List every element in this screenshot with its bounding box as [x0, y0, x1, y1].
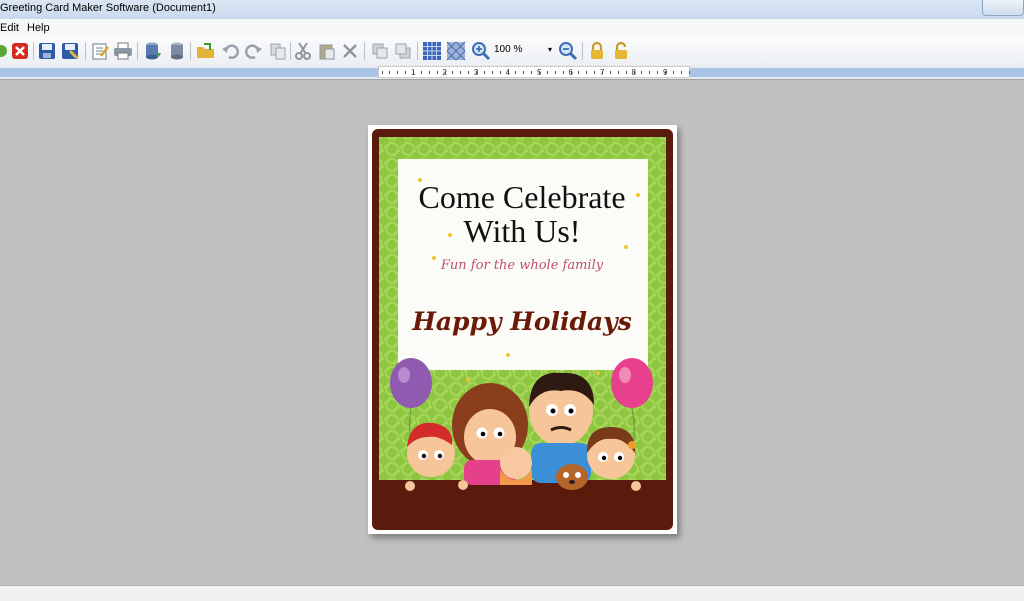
ruler-left-margin: [0, 68, 378, 77]
ruler-tick: [625, 71, 627, 74]
ruler-tick: [609, 71, 611, 74]
copy-icon[interactable]: [268, 41, 288, 61]
ruler-label: 1: [411, 68, 416, 77]
edit-icon[interactable]: [90, 41, 110, 61]
menu-help[interactable]: Help: [27, 22, 50, 34]
paste-icon[interactable]: [317, 41, 337, 61]
status-bar: [0, 585, 1024, 601]
title-bar: Greeting Card Maker Software (Document1): [0, 0, 1024, 20]
ruler-label: 3: [474, 68, 479, 77]
card-artwork: Come Celebrate With Us! Fun for the whol…: [372, 129, 673, 530]
ruler-tick: [546, 71, 548, 74]
lock-icon[interactable]: [587, 41, 607, 61]
toolbar-separator: [190, 42, 191, 60]
ruler-tick: [420, 71, 422, 74]
toolbar-separator: [417, 42, 418, 60]
ruler-tick: [460, 71, 462, 74]
ruler-tick: [428, 71, 430, 74]
ruler-label: 6: [568, 68, 573, 77]
toolbar-separator: [33, 42, 34, 60]
window-close-button[interactable]: [982, 0, 1024, 16]
ruler-label: 7: [600, 68, 605, 77]
save-as-icon[interactable]: [60, 41, 80, 61]
ruler-tick: [554, 71, 556, 74]
ruler-tick: [491, 71, 493, 74]
redo-icon[interactable]: [244, 41, 264, 61]
ruler-tick: [586, 71, 588, 74]
ruler-tick: [531, 71, 533, 74]
ruler-tick: [617, 71, 619, 74]
window-title: Greeting Card Maker Software (Document1): [0, 2, 216, 14]
ruler-tick: [657, 71, 659, 74]
ruler-tick: [483, 71, 485, 74]
toolbar-separator: [137, 42, 138, 60]
send-back-icon[interactable]: [393, 41, 413, 61]
card-headline-line1[interactable]: Come Celebrate: [418, 179, 625, 215]
ruler-tick: [649, 71, 651, 74]
ruler-tick: [578, 71, 580, 74]
ruler-tick: [523, 71, 525, 74]
ruler-label: 4: [505, 68, 510, 77]
undo-icon[interactable]: [220, 41, 240, 61]
zoom-in-icon[interactable]: [471, 41, 491, 61]
card-greeting[interactable]: Happy Holidays: [411, 307, 632, 336]
menu-edit[interactable]: Edit: [0, 22, 19, 34]
menu-bar: Edit Help: [0, 19, 1024, 37]
horizontal-ruler[interactable]: 1 2 3 4 5 6 7 8 9: [378, 66, 690, 78]
ruler-tick: [452, 71, 454, 74]
ruler-tick: [594, 71, 596, 74]
ruler-tick: [381, 71, 383, 74]
ruler-tick: [515, 71, 517, 74]
ruler-tick: [389, 71, 391, 74]
chevron-down-icon: ▾: [547, 45, 552, 54]
ruler-tick: [397, 71, 399, 74]
database-export-icon[interactable]: [167, 41, 187, 61]
print-icon[interactable]: [113, 41, 133, 61]
ruler-label: 9: [663, 68, 668, 77]
ruler-tick: [641, 71, 643, 74]
close-icon[interactable]: [10, 41, 30, 61]
open-folder-icon[interactable]: [196, 41, 216, 61]
ruler-right-margin: [690, 68, 1024, 77]
grid-icon[interactable]: [422, 41, 442, 61]
unlock-icon[interactable]: [611, 41, 631, 61]
ruler-tick: [468, 71, 470, 74]
ruler-tick: [562, 71, 564, 74]
cut-icon[interactable]: [293, 41, 313, 61]
toolbar-separator: [290, 42, 291, 60]
card-tagline[interactable]: Fun for the whole family: [440, 258, 604, 273]
database-icon[interactable]: [143, 41, 163, 61]
greeting-card[interactable]: Come Celebrate With Us! Fun for the whol…: [368, 125, 677, 534]
zoom-select[interactable]: 100 % ▾: [494, 42, 554, 58]
ruler-label: 2: [442, 68, 447, 77]
ruler-tick: [680, 71, 682, 74]
pattern-grid-icon[interactable]: [446, 41, 466, 61]
toolbar-separator: [364, 42, 365, 60]
ruler-tick: [499, 71, 501, 74]
save-icon[interactable]: [37, 41, 57, 61]
bring-front-icon[interactable]: [370, 41, 390, 61]
card-headline-line2[interactable]: With Us!: [464, 213, 581, 249]
zoom-value: 100 %: [494, 44, 523, 55]
ruler-label: 8: [631, 68, 636, 77]
ruler-tick: [436, 71, 438, 74]
ruler-tick: [672, 71, 674, 74]
zoom-out-icon[interactable]: [558, 41, 578, 61]
toolbar-separator: [85, 42, 86, 60]
ruler-tick: [405, 71, 407, 74]
ruler-label: 5: [537, 68, 542, 77]
ruler-tick: [688, 71, 690, 74]
delete-icon[interactable]: [340, 41, 360, 61]
toolbar-separator: [582, 42, 583, 60]
